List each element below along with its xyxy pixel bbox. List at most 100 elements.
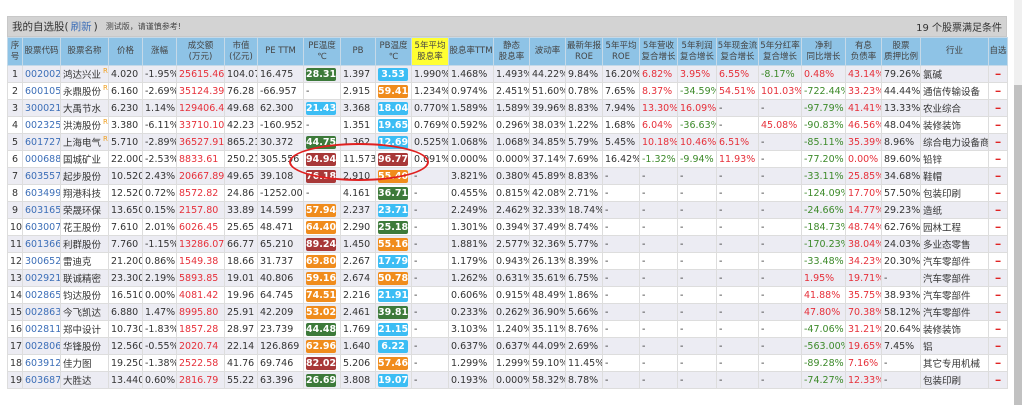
column-header[interactable]: PB温度 ℃ xyxy=(375,37,412,66)
minus-icon[interactable]: ━ xyxy=(996,376,1001,385)
column-header[interactable]: 波动率 xyxy=(529,37,566,66)
remove-watchlist-button[interactable]: ━ xyxy=(988,82,1008,100)
column-header[interactable]: 市值 (亿元) xyxy=(224,37,258,66)
stock-code-link[interactable]: 603165 xyxy=(22,201,61,219)
table-row[interactable]: 7 603557 起步股份 10.520 2.43% 20667.89 49.65 39.10… xyxy=(7,167,1008,185)
stock-name[interactable]: 永鼎股份 xyxy=(63,87,101,98)
stock-name[interactable]: 花王股份 xyxy=(63,223,101,234)
table-row[interactable]: 6 000688 国城矿业 22.000 -2.53% 8833.61 250.21 305.… xyxy=(7,150,1008,168)
column-header[interactable]: 股票 质押比例 xyxy=(881,37,921,66)
minus-icon[interactable]: ━ xyxy=(996,104,1001,113)
column-header[interactable]: 5年营收 复合增长 xyxy=(639,37,678,66)
remove-watchlist-button[interactable]: ━ xyxy=(988,133,1008,151)
minus-icon[interactable]: ━ xyxy=(996,359,1001,368)
column-header[interactable]: 5年现金流 复合增长 xyxy=(716,37,759,66)
column-header[interactable]: PE TTM xyxy=(257,37,304,66)
table-row[interactable]: 3 300021大禹节水 6.230 1.14%129406.4749.68 62.30… xyxy=(7,99,1008,117)
remove-watchlist-button[interactable]: ━ xyxy=(988,116,1008,134)
stock-name[interactable]: 华锋股份 xyxy=(63,342,101,353)
remove-watchlist-button[interactable]: ━ xyxy=(988,354,1008,372)
table-row[interactable]: 5 601727 上海电气 R 5.710 -2.89% 36527.91 865.21 30.… xyxy=(7,133,1008,151)
column-header[interactable]: 成交额 (万元) xyxy=(176,37,225,66)
remove-watchlist-button[interactable]: ━ xyxy=(988,65,1008,83)
column-header[interactable]: 最新年报 ROE xyxy=(565,37,603,66)
scrollbar[interactable] xyxy=(1014,0,1022,405)
column-header[interactable]: PB xyxy=(340,37,376,66)
column-header[interactable]: 股票名称 xyxy=(60,37,109,66)
table-row[interactable]: 14 002865 钧达股份 16.510 0.00% 4081.42 19.96 64.74… xyxy=(7,286,1008,304)
stock-name[interactable]: 鸿达兴业 xyxy=(63,70,101,81)
stock-code-link[interactable]: 603499 xyxy=(22,184,61,202)
stock-name[interactable]: 上海电气 xyxy=(63,138,101,149)
minus-icon[interactable]: ━ xyxy=(996,291,1001,300)
remove-watchlist-button[interactable]: ━ xyxy=(988,371,1008,389)
stock-code-link[interactable]: 603912 xyxy=(22,354,61,372)
table-row[interactable]: 19 603687 大胜达 13.440 0.60% 2816.79 55.22 63.396… xyxy=(7,371,1008,389)
stock-name[interactable]: 翔港科技 xyxy=(63,189,101,200)
table-row[interactable]: 15 002863 今飞凯达 6.880 1.47% 8995.80 25.91 42.209… xyxy=(7,303,1008,321)
remove-watchlist-button[interactable]: ━ xyxy=(988,337,1008,355)
scrollbar-thumb[interactable] xyxy=(1014,85,1022,405)
table-row[interactable]: 12 300652 雷迪克 21.200 0.86% 1549.38 18.66 31.737… xyxy=(7,252,1008,270)
minus-icon[interactable]: ━ xyxy=(996,308,1001,317)
stock-code-link[interactable]: 002325 xyxy=(22,116,61,134)
stock-name[interactable]: 大禹节水 xyxy=(63,104,101,115)
column-header[interactable]: PE温度 ℃ xyxy=(303,37,341,66)
stock-name[interactable]: 雷迪克 xyxy=(63,257,92,268)
stock-code-link[interactable]: 601366 xyxy=(22,235,61,253)
remove-watchlist-button[interactable]: ━ xyxy=(988,218,1008,236)
column-header[interactable]: 股息率TTM xyxy=(448,37,494,66)
stock-code-link[interactable]: 002865 xyxy=(22,286,61,304)
stock-name[interactable]: 洪涛股份 xyxy=(63,121,101,132)
minus-icon[interactable]: ━ xyxy=(996,70,1001,79)
table-row[interactable]: 10 603007 花王股份 7.610 2.01% 6026.45 25.65 48.471… xyxy=(7,218,1008,236)
stock-code-link[interactable]: 601727 xyxy=(22,133,61,151)
stock-code-link[interactable]: 002002 xyxy=(22,65,61,83)
stock-code-link[interactable]: 603687 xyxy=(22,371,61,389)
minus-icon[interactable]: ━ xyxy=(996,274,1001,283)
remove-watchlist-button[interactable]: ━ xyxy=(988,269,1008,287)
column-header[interactable]: 5年分红率 复合增长 xyxy=(758,37,802,66)
minus-icon[interactable]: ━ xyxy=(996,325,1001,334)
refresh-link[interactable]: 刷新 xyxy=(71,19,92,34)
stock-code-link[interactable]: 002811 xyxy=(22,320,61,338)
stock-name[interactable]: 今飞凯达 xyxy=(63,308,101,319)
stock-name[interactable]: 大胜达 xyxy=(63,376,92,387)
table-row[interactable]: 9 603165 荣晟环保 13.650 0.15% 2157.80 33.89 14.599… xyxy=(7,201,1008,219)
column-header[interactable]: 净利 同比增长 xyxy=(801,37,846,66)
minus-icon[interactable]: ━ xyxy=(996,342,1001,351)
stock-code-link[interactable]: 002806 xyxy=(22,337,61,355)
remove-watchlist-button[interactable]: ━ xyxy=(988,167,1008,185)
stock-code-link[interactable]: 603557 xyxy=(22,167,61,185)
table-row[interactable]: 4 002325 洪涛股份 R 3.380 -6.11% 33710.10 42.23 -160… xyxy=(7,116,1008,134)
table-row[interactable]: 11 601366 利群股份 7.760 -1.15% 13286.07 66.77 65.2… xyxy=(7,235,1008,253)
minus-icon[interactable]: ━ xyxy=(996,138,1001,147)
remove-watchlist-button[interactable]: ━ xyxy=(988,99,1008,117)
remove-watchlist-button[interactable]: ━ xyxy=(988,303,1008,321)
stock-name[interactable]: 利群股份 xyxy=(63,240,101,251)
column-header[interactable]: 5年平均 ROE xyxy=(602,37,640,66)
column-header[interactable]: 股票代码 xyxy=(22,37,61,66)
remove-watchlist-button[interactable]: ━ xyxy=(988,320,1008,338)
column-header[interactable]: 行业 xyxy=(920,37,989,66)
stock-code-link[interactable]: 002921 xyxy=(22,269,61,287)
column-header[interactable]: 涨幅 xyxy=(142,37,177,66)
stock-name[interactable]: 国城矿业 xyxy=(63,155,101,166)
minus-icon[interactable]: ━ xyxy=(996,206,1001,215)
minus-icon[interactable]: ━ xyxy=(996,189,1001,198)
minus-icon[interactable]: ━ xyxy=(996,257,1001,266)
table-row[interactable]: 17 002806 华锋股份 12.560 -0.55% 2020.74 22.14 126.… xyxy=(7,337,1008,355)
remove-watchlist-button[interactable]: ━ xyxy=(988,150,1008,168)
stock-code-link[interactable]: 600105 xyxy=(22,82,61,100)
remove-watchlist-button[interactable]: ━ xyxy=(988,252,1008,270)
stock-name[interactable]: 联诚精密 xyxy=(63,274,101,285)
stock-name[interactable]: 佳力图 xyxy=(63,359,92,370)
column-header[interactable]: 5年利润 复合增长 xyxy=(677,37,717,66)
remove-watchlist-button[interactable]: ━ xyxy=(988,184,1008,202)
stock-name[interactable]: 钧达股份 xyxy=(63,291,101,302)
column-header[interactable]: 序号 xyxy=(7,37,23,66)
column-header[interactable]: 静态 股息率 xyxy=(493,37,530,66)
remove-watchlist-button[interactable]: ━ xyxy=(988,201,1008,219)
stock-name[interactable]: 荣晟环保 xyxy=(63,206,101,217)
minus-icon[interactable]: ━ xyxy=(996,121,1001,130)
